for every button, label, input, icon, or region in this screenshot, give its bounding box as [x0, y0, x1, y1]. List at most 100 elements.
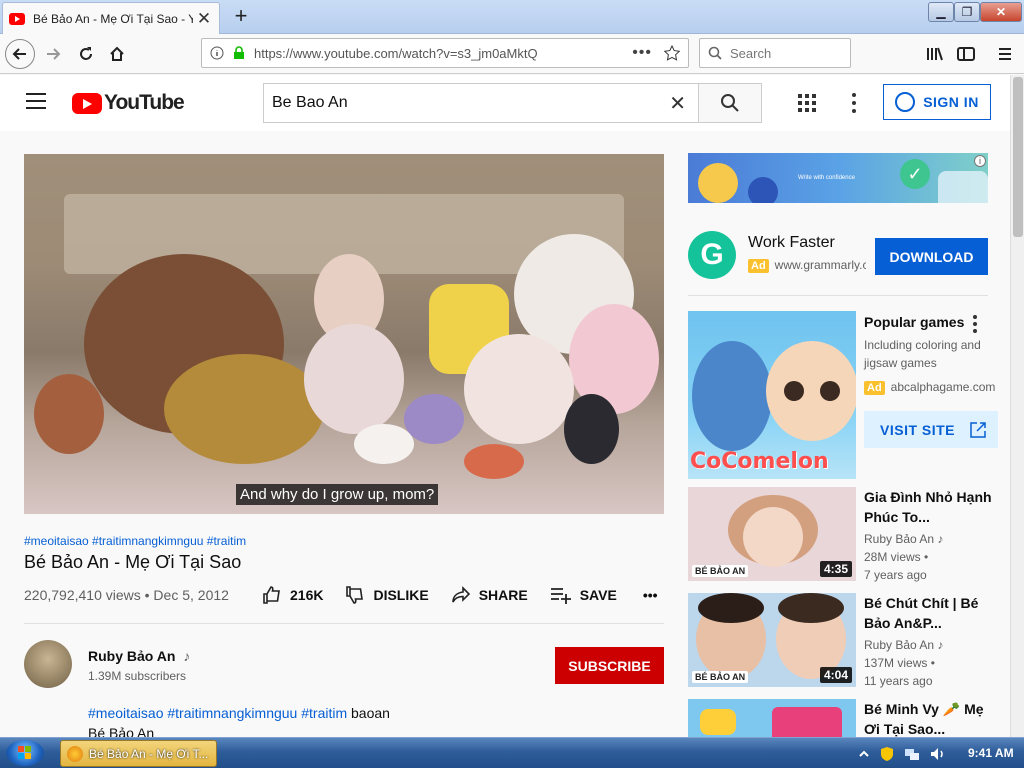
- share-arrow-icon: [451, 586, 470, 603]
- recommendation-channel[interactable]: Ruby Bảo An ♪: [864, 638, 943, 652]
- video-player[interactable]: And why do I grow up, mom?: [24, 154, 664, 514]
- guide-menu-icon[interactable]: [26, 93, 46, 109]
- music-note-icon: ♪: [183, 648, 191, 664]
- youtube-masthead: YouTube Be Bao An ✕ SIGN IN: [0, 75, 1010, 131]
- video-views-date: 220,792,410 views • Dec 5, 2012: [24, 587, 229, 603]
- dislike-label: DISLIKE: [373, 587, 429, 603]
- windows-taskbar: Bé Bảo An - Mẹ Ơi T... 9:41 AM: [0, 737, 1024, 768]
- save-button[interactable]: SAVE: [550, 585, 617, 605]
- windows-logo-icon: [18, 746, 31, 759]
- search-query-text: Be Bao An: [272, 94, 348, 111]
- thumbs-down-icon: [346, 586, 364, 604]
- menu-button[interactable]: [990, 39, 1020, 69]
- video-frame-image: [24, 154, 664, 514]
- reload-button[interactable]: [71, 39, 101, 69]
- recommendation-title[interactable]: Bé Minh Vy 🥕 Mẹ Ơi Tại Sao...: [864, 699, 994, 737]
- game-ad-url: abcalphagame.com: [890, 380, 996, 394]
- forward-arrow-icon: [47, 48, 61, 60]
- window-minimize-button[interactable]: ▁: [928, 2, 954, 22]
- subscriber-count: 1.39M subscribers: [88, 669, 187, 683]
- system-tray: [858, 738, 956, 768]
- youtube-search-input[interactable]: Be Bao An ✕: [263, 83, 699, 123]
- search-icon: [721, 94, 739, 112]
- youtube-logo[interactable]: YouTube: [72, 91, 185, 115]
- like-button[interactable]: 216K: [262, 585, 323, 605]
- video-duration: 4:35: [819, 561, 852, 577]
- new-tab-button[interactable]: +: [228, 4, 254, 30]
- taskbar-firefox-window[interactable]: Bé Bảo An - Mẹ Ơi T...: [60, 740, 217, 767]
- description-hashtags[interactable]: #meoitaisao #traitimnangkimnguu #traitim: [88, 705, 347, 721]
- channel-name[interactable]: Ruby Bảo An ♪: [88, 648, 190, 664]
- banner-ad[interactable]: Write with confidence ✓: [688, 153, 988, 203]
- youtube-play-logo-icon: [72, 92, 102, 114]
- network-icon[interactable]: [904, 747, 920, 761]
- show-hidden-icons-icon[interactable]: [858, 748, 870, 760]
- sign-in-label: SIGN IN: [923, 94, 979, 110]
- page-scrollbar[interactable]: [1010, 75, 1024, 737]
- channel-avatar[interactable]: [24, 640, 72, 688]
- recommendation-age: 11 years ago: [864, 674, 933, 688]
- firefox-icon: [67, 745, 83, 762]
- window-maximize-button[interactable]: ❐: [954, 2, 980, 22]
- channel-brand-badge: BÉ BẢO AN: [692, 671, 749, 683]
- info-icon[interactable]: [210, 46, 224, 60]
- divider: [24, 623, 664, 624]
- download-button[interactable]: DOWNLOAD: [875, 238, 988, 275]
- sidebar-button[interactable]: [951, 39, 981, 69]
- ad-info-icon[interactable]: i: [974, 155, 986, 167]
- tab-close-button[interactable]: ✕: [195, 9, 213, 29]
- page-actions-menu-icon[interactable]: •••: [632, 44, 652, 62]
- apps-grid-icon[interactable]: [798, 94, 816, 112]
- dislike-button[interactable]: DISLIKE: [345, 585, 429, 605]
- recommendation-thumbnail[interactable]: BÉ BẢO AN 4:35: [688, 487, 856, 581]
- banner-ad-tagline: Write with confidence: [798, 175, 855, 181]
- ad-url: www.grammarly.com: [774, 258, 866, 272]
- video-hashtags[interactable]: #meoitaisao #traitimnangkimnguu #traitim: [24, 534, 246, 548]
- scrollbar-thumb[interactable]: [1013, 77, 1023, 237]
- library-button[interactable]: [920, 39, 950, 69]
- url-bar[interactable]: https://www.youtube.com/watch?v=s3_jm0aM…: [201, 38, 689, 68]
- bookmark-star-icon[interactable]: [664, 45, 680, 61]
- grammarly-logo[interactable]: G: [688, 231, 736, 279]
- clear-search-icon[interactable]: ✕: [669, 91, 686, 116]
- game-ad-title[interactable]: Popular games: [864, 314, 964, 330]
- forward-button[interactable]: [38, 39, 68, 69]
- more-actions-icon[interactable]: •••: [643, 587, 658, 603]
- settings-kebab-icon[interactable]: [852, 93, 856, 113]
- game-ad-thumbnail[interactable]: CoComelon: [688, 311, 856, 479]
- youtube-favicon-icon: [9, 12, 25, 25]
- browser-tab[interactable]: Bé Bảo An - Mẹ Ơi Tại Sao - YouTube ✕: [2, 2, 220, 34]
- ad-badge: Ad: [864, 381, 885, 395]
- recommendation-title[interactable]: Bé Chút Chít | Bé Bảo An&P...: [864, 593, 994, 633]
- recommendation-thumbnail[interactable]: [688, 699, 856, 737]
- recommendation-title[interactable]: Gia Đình Nhỏ Hạnh Phúc To...: [864, 487, 994, 527]
- ad-menu-icon[interactable]: [973, 315, 977, 336]
- security-shield-icon[interactable]: [880, 746, 894, 762]
- channel-name-text: Ruby Bảo An: [88, 648, 176, 664]
- share-button[interactable]: SHARE: [451, 585, 528, 605]
- recommendation-thumbnail[interactable]: BÉ BẢO AN 4:04: [688, 593, 856, 687]
- sign-in-button[interactable]: SIGN IN: [883, 84, 991, 120]
- add-to-playlist-icon: [550, 588, 571, 604]
- divider: [688, 295, 988, 296]
- youtube-search-button[interactable]: [698, 83, 762, 123]
- browser-search-bar[interactable]: Search: [699, 38, 851, 68]
- url-text[interactable]: https://www.youtube.com/watch?v=s3_jm0aM…: [254, 46, 538, 61]
- search-icon: [708, 46, 722, 60]
- back-button[interactable]: [5, 39, 35, 69]
- recommendation-channel[interactable]: Ruby Bảo An ♪: [864, 532, 943, 546]
- home-button[interactable]: [102, 39, 132, 69]
- recommendation-views: 28M views •: [864, 550, 929, 564]
- video-actions: 216K DISLIKE SHARE SAVE •••: [262, 585, 680, 605]
- visit-site-button[interactable]: VISIT SITE: [864, 411, 998, 448]
- save-label: SAVE: [579, 587, 617, 603]
- sidebar-toggle-icon: [957, 47, 975, 61]
- window-close-button[interactable]: ✕: [980, 2, 1022, 22]
- start-button[interactable]: [6, 740, 44, 766]
- ad-title[interactable]: Work Faster: [748, 234, 835, 252]
- subscribe-button[interactable]: SUBSCRIBE: [555, 647, 664, 684]
- taskbar-clock[interactable]: 9:41 AM: [968, 746, 1014, 760]
- share-label: SHARE: [478, 587, 528, 603]
- like-count: 216K: [290, 587, 324, 603]
- volume-icon[interactable]: [930, 747, 946, 761]
